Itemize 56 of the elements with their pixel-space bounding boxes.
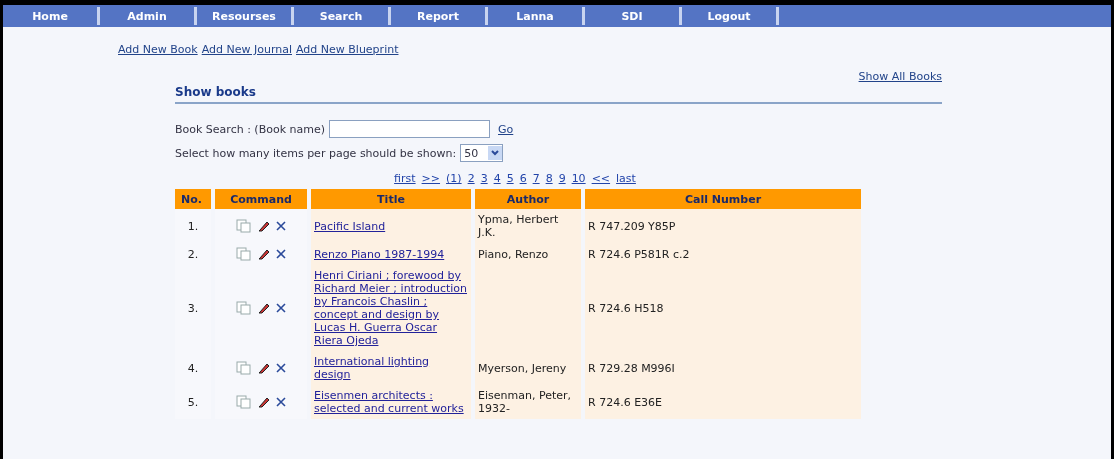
author-text: Piano, Renzo (478, 247, 549, 261)
delete-icon[interactable] (276, 249, 286, 259)
pencil-icon[interactable] (258, 396, 270, 408)
call-number-text: R 729.28 M996I (588, 361, 675, 375)
page-link[interactable]: last (616, 172, 636, 185)
show-all-books-link[interactable]: Show All Books (858, 70, 942, 83)
page-link[interactable]: >> (421, 172, 441, 185)
author-text: Eisenman, Peter, 1932- (478, 389, 571, 415)
nav-link[interactable]: Resourses (197, 7, 294, 25)
page-link[interactable]: 5 (506, 172, 514, 185)
pencil-icon[interactable] (258, 220, 270, 232)
page-link[interactable]: 7 (532, 172, 540, 185)
per-page-select[interactable]: 50 (460, 144, 504, 162)
delete-icon[interactable] (276, 363, 286, 373)
nav-link[interactable]: Home (3, 7, 100, 25)
column-header: Title (311, 189, 471, 209)
nav-link[interactable]: Logout (682, 7, 779, 25)
call-number-text: R 724.6 E36E (588, 395, 663, 409)
page-link[interactable]: (1) (446, 172, 462, 185)
search-field[interactable] (329, 120, 490, 138)
delete-icon[interactable] (276, 303, 286, 313)
author-text: Myerson, Jereny (478, 361, 567, 375)
nav-link[interactable]: Search (294, 7, 391, 25)
call-number-text: R 724.6 H518 (588, 301, 664, 315)
section-title: Show books (175, 85, 256, 99)
page-link[interactable]: first (394, 172, 416, 185)
call-number-text: R 724.6 P581R c.2 (588, 247, 690, 261)
delete-icon[interactable] (276, 397, 286, 407)
page-link[interactable]: 6 (519, 172, 527, 185)
search-label: Book Search : (Book name) (175, 122, 325, 136)
page-link[interactable]: 3 (480, 172, 488, 185)
column-header: No. (175, 189, 211, 209)
column-header: Author (475, 189, 581, 209)
nav-link[interactable]: SDI (585, 7, 682, 25)
nav-link[interactable]: Report (391, 7, 488, 25)
page-link[interactable]: 10 (571, 172, 586, 185)
column-header: Call Number (585, 189, 861, 209)
pencil-icon[interactable] (258, 302, 270, 314)
nav-link[interactable]: Lanna (488, 7, 585, 25)
author-text: Ypma, Herbert J.K. (478, 213, 559, 239)
page-link[interactable]: << (591, 172, 611, 185)
page-link[interactable]: 9 (558, 172, 566, 185)
go-link[interactable]: Go (498, 122, 514, 136)
per-page-label: Select how many items per page should be shown: (175, 146, 457, 160)
page-link[interactable]: 8 (545, 172, 553, 185)
delete-icon[interactable] (276, 221, 286, 231)
add-link[interactable]: Add New Book (118, 43, 198, 56)
nav-link[interactable]: Admin (100, 7, 197, 25)
pencil-icon[interactable] (258, 248, 270, 260)
add-link[interactable]: Add New Journal (201, 43, 292, 56)
call-number-text: R 747.209 Y85P (588, 219, 676, 233)
page-link[interactable]: 4 (493, 172, 501, 185)
pencil-icon[interactable] (258, 362, 270, 374)
column-header: Command (215, 189, 307, 209)
page-link[interactable]: 2 (467, 172, 475, 185)
add-link[interactable]: Add New Blueprint (296, 43, 399, 56)
